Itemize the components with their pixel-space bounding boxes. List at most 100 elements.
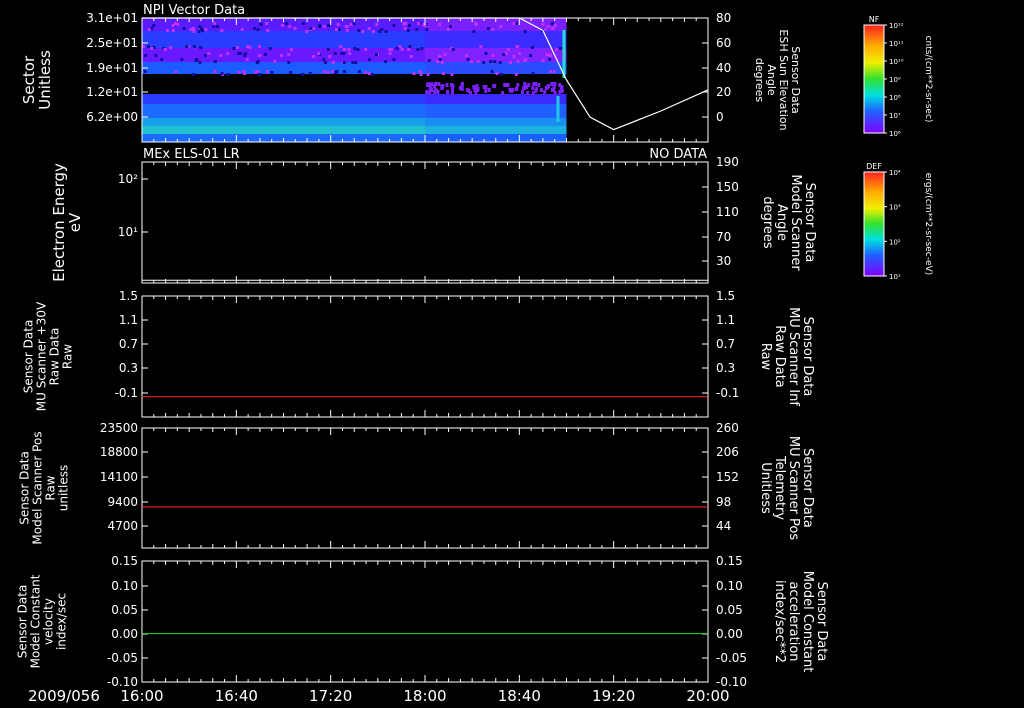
spectro-speckle — [446, 90, 450, 94]
spectro-speckle — [427, 59, 431, 62]
spectro-speckle — [256, 28, 260, 31]
spectro-speckle — [348, 52, 352, 55]
spectro-speckle — [409, 55, 413, 58]
spectro-speckle — [398, 45, 402, 48]
y-tick-label-left: 18800 — [100, 445, 138, 459]
spectro-speckle — [516, 83, 520, 87]
spectro-speckle — [142, 45, 146, 48]
y-tick-label-left: 9400 — [107, 495, 138, 509]
plot-canvas: NPI Vector Data 3.1e+01 2.5e+01 1.9e+01 1.2e… — [16, 3, 934, 705]
spectro-speckle — [235, 46, 239, 49]
y-tick-label-right: 70 — [716, 230, 731, 244]
y-tick-label-left: -0.05 — [107, 651, 138, 665]
spectro-speckle — [511, 88, 515, 92]
spectro-speckle — [516, 45, 520, 48]
spectro-speckle — [433, 88, 437, 92]
x-tick-label: 17:20 — [309, 687, 352, 705]
spectro-speckle — [257, 73, 261, 76]
spectro-speckle — [323, 61, 327, 64]
spectro-speckle — [326, 71, 330, 74]
spectro-speckle — [543, 90, 547, 94]
colorbar-tick-label: 10³ — [889, 204, 901, 212]
spectro-speckle — [216, 25, 220, 28]
spectro-speckle — [192, 30, 196, 33]
y-axis-label-left: eV — [66, 212, 84, 232]
spectro-speckle — [546, 53, 550, 56]
spectro-speckle — [219, 54, 223, 57]
spectro-speckle — [243, 54, 247, 57]
spectro-speckle — [415, 28, 419, 31]
panel-frame — [141, 295, 709, 418]
colorbar-label: cnts/(cm**2-sr-sec) — [923, 36, 933, 123]
spectro-speckle — [146, 45, 150, 48]
spectro-speckle — [450, 91, 454, 95]
spectro-speckle — [476, 60, 480, 63]
spectro-speckle — [553, 24, 557, 27]
spectro-speckle — [273, 60, 277, 63]
spectro-speckle — [253, 27, 256, 30]
spectro-speckle — [154, 54, 158, 57]
y-tick-label-left: 3.1e+01 — [86, 11, 138, 25]
spectro-speckle — [518, 52, 521, 55]
y-tick-label-right: 0 — [716, 110, 724, 124]
spectro-speckle — [354, 61, 358, 64]
colorbar-tick-label: 10¹ — [889, 273, 901, 281]
y-axis-label-left: Sensor Data — [18, 451, 32, 525]
y-tick-label-right: 80 — [716, 11, 731, 25]
colorbar-tick-label: 10⁸ — [889, 94, 901, 102]
spectro-speckle — [328, 55, 332, 58]
x-tick-label: 16:00 — [120, 687, 163, 705]
spectro-speckle — [270, 71, 274, 74]
colorbar-label: ergs/(cm**2-sr-sec-eV) — [923, 173, 933, 275]
spectro-speckle — [491, 28, 495, 31]
spectro-speckle — [318, 25, 321, 28]
panel-title: NPI Vector Data — [143, 3, 245, 18]
spectro-speckle — [165, 29, 169, 32]
spectro-speckle — [484, 89, 488, 93]
y-axis-label-right: index/sec**2 — [772, 580, 787, 663]
spectro-band-a — [142, 104, 425, 118]
spectro-speckle — [550, 22, 554, 25]
x-tick-label: 18:00 — [403, 687, 446, 705]
spectro-speckle — [364, 71, 368, 74]
spectro-speckle — [326, 48, 330, 51]
spectro-speckle — [198, 61, 202, 64]
spectro-speckle — [191, 27, 195, 30]
spectro-speckle — [197, 30, 201, 33]
spectro-speckle — [425, 90, 429, 94]
spectro-speckle — [531, 72, 535, 75]
spectro-speckle — [506, 48, 510, 51]
spectro-speckle — [524, 58, 528, 61]
y-tick-label-left: 14100 — [100, 470, 138, 484]
spectro-speckle — [388, 48, 392, 51]
spectro-speckle — [308, 72, 312, 75]
spectro-speckle — [508, 88, 512, 92]
spectro-speckle — [474, 23, 478, 26]
spectro-band-b — [425, 31, 567, 48]
date-label: 2009/056 — [28, 687, 100, 705]
spectro-speckle — [466, 58, 470, 61]
spectro-speckle — [450, 83, 453, 87]
spectro-speckle — [470, 60, 473, 63]
spectro-speckle — [484, 52, 488, 55]
y-tick-label-right: 60 — [716, 36, 731, 50]
y-axis-label-left: MU Scanner +30V — [35, 301, 49, 411]
spectro-speckle — [279, 54, 283, 57]
spectro-speckle — [482, 85, 486, 89]
y-tick-label-left: 1.9e+01 — [86, 61, 138, 75]
y-tick-label-right: 0.3 — [716, 361, 735, 375]
spectro-speckle — [489, 60, 493, 63]
spectro-speckle — [147, 28, 151, 31]
panel-5: 0.150.100.050.00-0.05-0.100.150.100.050.… — [16, 554, 830, 689]
spectro-speckle — [317, 52, 321, 55]
spectro-speckle — [437, 82, 441, 86]
spectro-speckle — [498, 61, 502, 64]
y-axis-label-right: Raw Data — [772, 325, 787, 388]
colorbar-tick-label: 10¹¹ — [889, 40, 904, 48]
spectro-speckle — [265, 22, 269, 25]
spectro-speckle — [375, 23, 379, 26]
y-tick-label-left: 1.5 — [119, 289, 138, 303]
x-tick-label: 16:40 — [215, 687, 258, 705]
spectro-speckle — [239, 52, 243, 55]
spectro-speckle — [305, 30, 309, 33]
